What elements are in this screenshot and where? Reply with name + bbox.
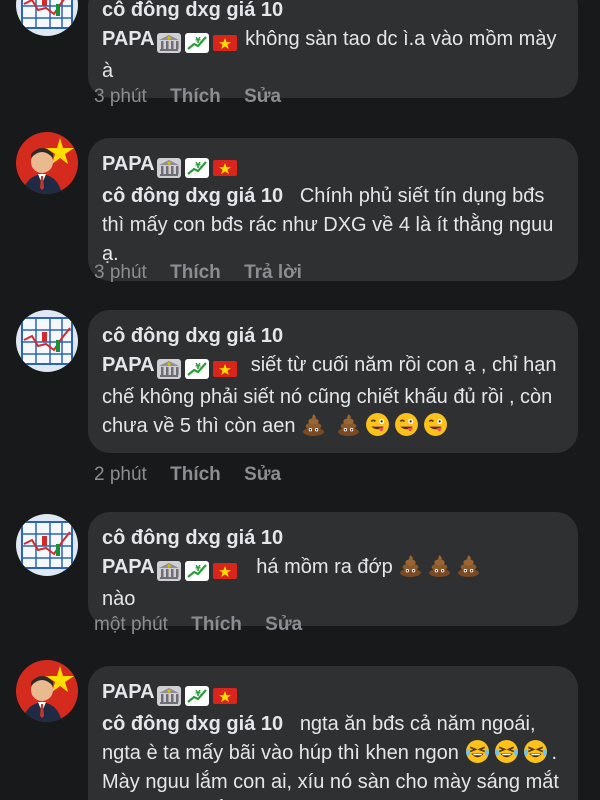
winking-tongue-emoji (394, 412, 419, 437)
comment-time: 3 phút (94, 86, 147, 107)
tagged-user-name[interactable]: cô đông dxg giá 10 (102, 713, 283, 735)
author-badges (156, 28, 240, 57)
bank-icon (156, 560, 182, 582)
yen-chart-icon (184, 358, 210, 380)
comment-time: một phút (94, 614, 168, 635)
comment-actions: 2 phút Thích Sửa (94, 464, 299, 486)
tagged-user-name[interactable]: cô đông dxg giá 10 (102, 185, 283, 207)
comment-text-end: nào (102, 588, 136, 610)
vietnam-flag-icon (212, 157, 238, 179)
comment-bubble[interactable]: PAPA cô đông dxg giá 10 Chính phủ siết t… (88, 138, 578, 281)
comment-actions: 3 phút Thích Trả lời (94, 262, 320, 284)
bank-icon (156, 157, 182, 179)
stock-chart-avatar[interactable] (16, 514, 78, 576)
poop-emoji (398, 553, 423, 578)
comment-bubble[interactable]: cô đông dxg giá 10 PAPA siết từ cuối năm… (88, 310, 578, 453)
bank-icon (156, 358, 182, 380)
edit-button[interactable]: Sửa (265, 614, 302, 635)
poop-emoji (336, 412, 361, 437)
like-button[interactable]: Thích (170, 464, 221, 485)
yen-chart-icon (184, 157, 210, 179)
yen-chart-icon (184, 560, 210, 582)
poop-emoji (456, 553, 481, 578)
tagged-author-name[interactable]: PAPA (102, 354, 155, 376)
bank-icon (156, 32, 182, 54)
commenter-name[interactable]: PAPA (102, 681, 155, 703)
tagged-author-name[interactable]: PAPA (102, 28, 155, 50)
tagged-author-name[interactable]: PAPA (102, 556, 155, 578)
like-button[interactable]: Thích (170, 86, 221, 107)
rolling-laughing-emoji (465, 739, 490, 764)
comment-time: 3 phút (94, 262, 147, 283)
bank-icon (156, 685, 182, 707)
winking-tongue-emoji (423, 412, 448, 437)
stock-chart-avatar[interactable] (16, 310, 78, 372)
author-badges (156, 153, 240, 182)
comment-time: 2 phút (94, 464, 147, 485)
comment-feed: cô đông dxg giá 10 PAPA không sàn tao dc… (0, 0, 600, 800)
poop-emoji (427, 553, 452, 578)
flag-portrait-avatar[interactable] (16, 660, 78, 722)
comment-bubble[interactable]: PAPA cô đông dxg giá 10 ngta ăn bđs cả n… (88, 666, 578, 800)
comment-text: há mồm ra đớp (256, 556, 393, 578)
author-badges (156, 681, 240, 710)
edit-button[interactable]: Sửa (244, 86, 281, 107)
yen-chart-icon (184, 32, 210, 54)
like-button[interactable]: Thích (170, 262, 221, 283)
comment-actions: một phút Thích Sửa (94, 614, 320, 636)
commenter-name[interactable]: cô đông dxg giá 10 (102, 0, 564, 25)
edit-button[interactable]: Sửa (244, 464, 281, 485)
flag-portrait-avatar[interactable] (16, 132, 78, 194)
winking-tongue-emoji (365, 412, 390, 437)
stock-chart-avatar[interactable] (16, 0, 78, 36)
like-button[interactable]: Thích (191, 614, 242, 635)
author-badges (156, 556, 240, 585)
rolling-laughing-emoji (494, 739, 519, 764)
commenter-name[interactable]: cô đông dxg giá 10 (102, 524, 564, 553)
comment-bubble[interactable]: cô đông dxg giá 10 PAPA há mồm ra đớp nà… (88, 512, 578, 626)
commenter-name[interactable]: PAPA (102, 153, 155, 175)
author-badges (156, 354, 240, 383)
reply-button[interactable]: Trả lời (244, 262, 302, 283)
vietnam-flag-icon (212, 358, 238, 380)
poop-emoji (301, 412, 326, 437)
rolling-laughing-emoji (523, 739, 548, 764)
vietnam-flag-icon (212, 32, 238, 54)
vietnam-flag-icon (212, 560, 238, 582)
vietnam-flag-icon (212, 685, 238, 707)
comment-actions: 3 phút Thích Sửa (94, 86, 299, 108)
yen-chart-icon (184, 685, 210, 707)
comment-bubble[interactable]: cô đông dxg giá 10 PAPA không sàn tao dc… (88, 0, 578, 98)
commenter-name[interactable]: cô đông dxg giá 10 (102, 322, 564, 351)
